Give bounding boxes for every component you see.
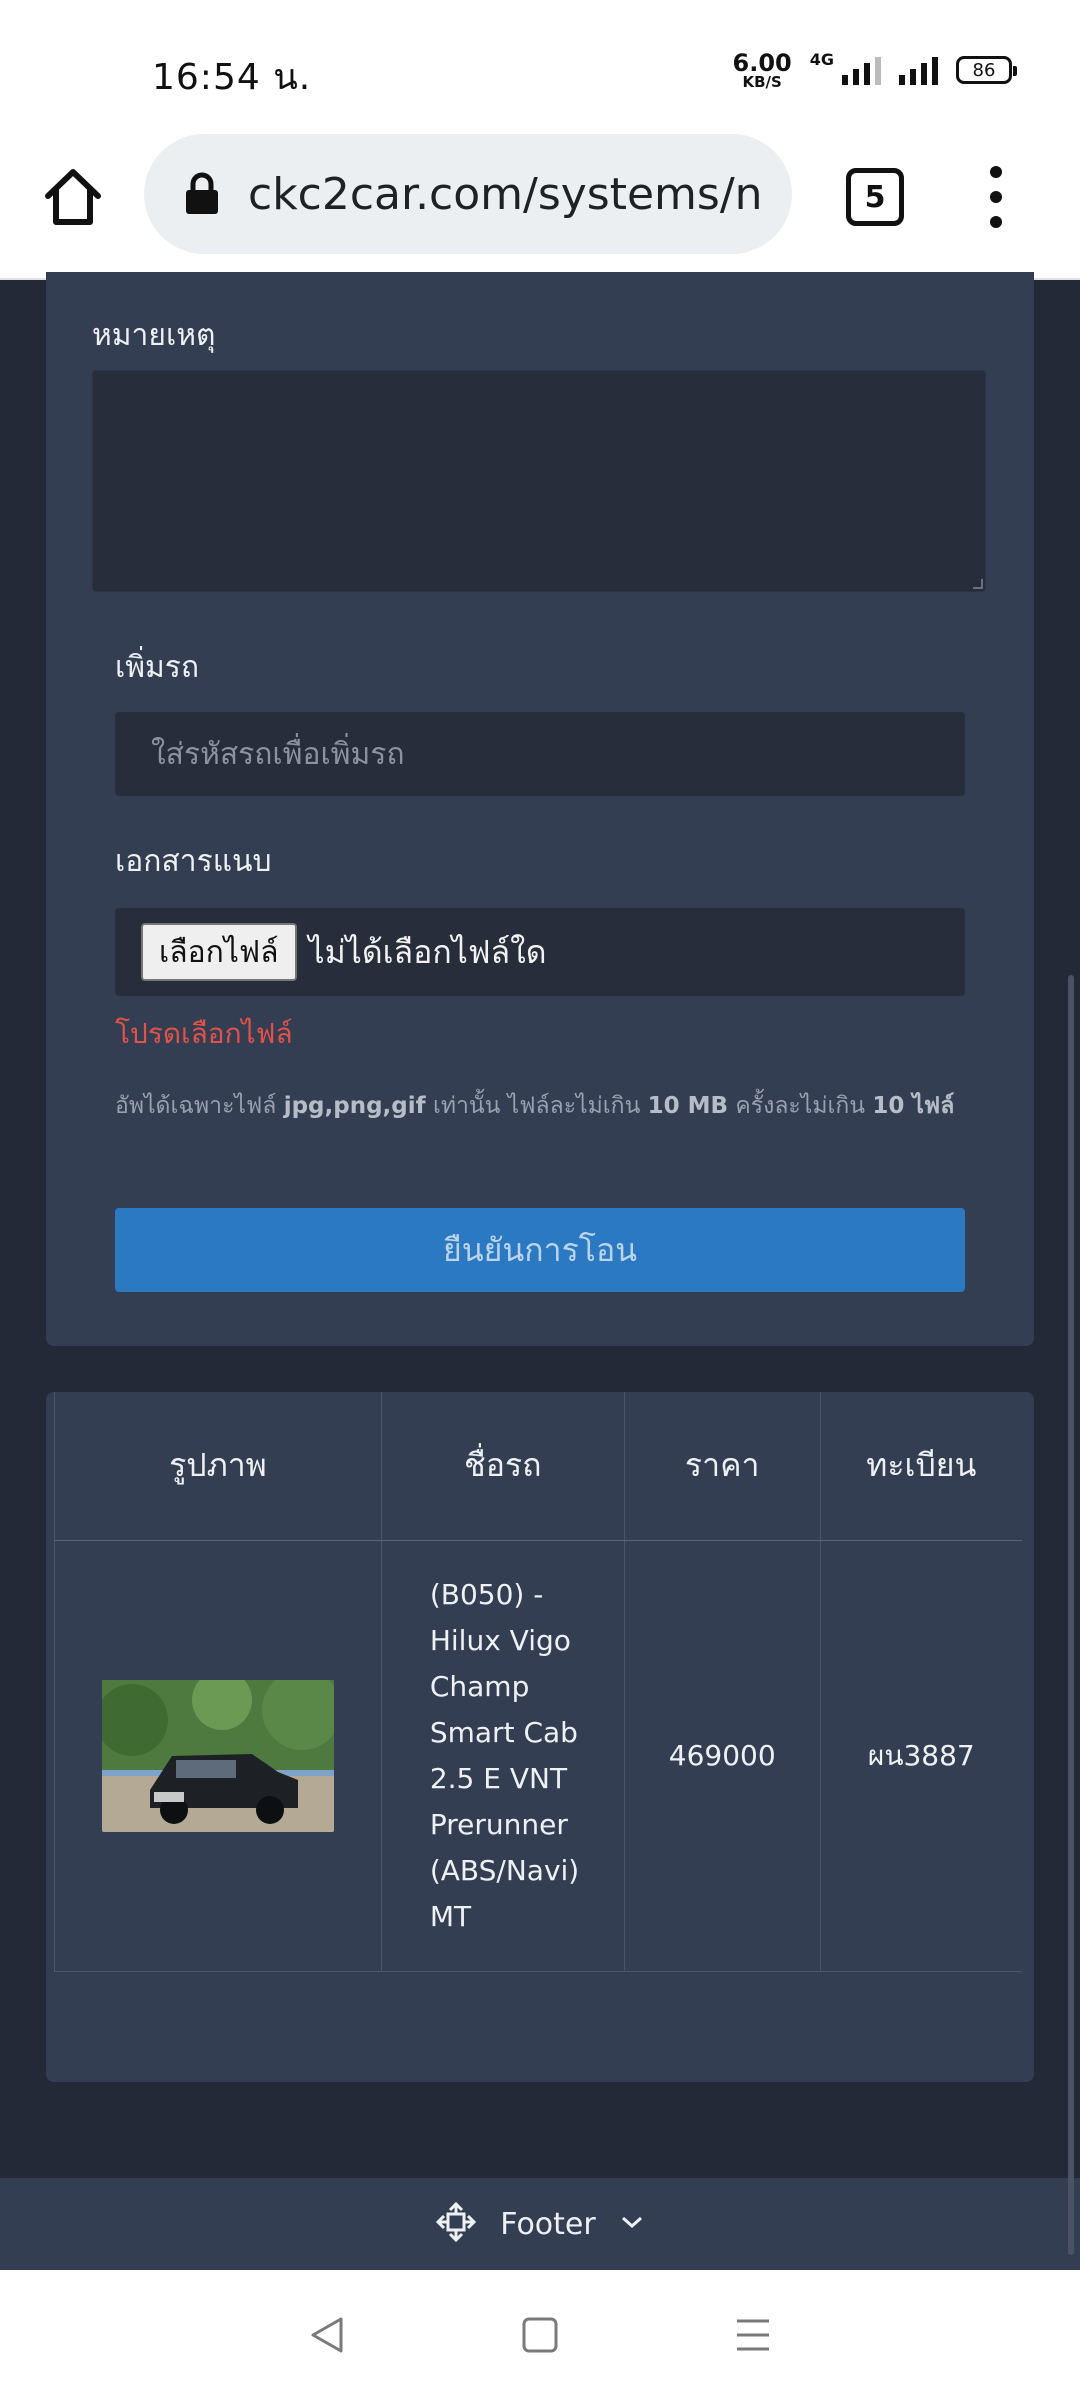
page-scrollbar[interactable] xyxy=(1068,975,1074,2255)
battery-level: 86 xyxy=(972,59,996,81)
footer-label: Footer xyxy=(500,2206,596,2242)
transfer-form-card: หมายเหตุ เพิ่มรถ ใส่รหัสรถเพื่อเพิ่มรถ เ… xyxy=(46,272,1034,1346)
footer-nav-icon xyxy=(436,2201,477,2246)
signal-icon xyxy=(842,55,881,85)
recents-nav-icon[interactable] xyxy=(723,2305,783,2365)
car-name-line: Champ xyxy=(429,1669,530,1703)
url-text: ckc2car.com/systems/n xyxy=(248,168,763,220)
chevron-down-icon xyxy=(620,2214,644,2234)
car-name-cell: (B050) - Hilux Vigo Champ Smart Cab 2.5 … xyxy=(380,1540,625,1972)
car-name-line: (B050) - xyxy=(429,1577,544,1611)
car-name-line: 2.5 E VNT xyxy=(429,1761,568,1795)
car-name-line: Smart Cab xyxy=(429,1715,578,1749)
browser-toolbar: ckc2car.com/systems/n 5 xyxy=(0,132,1080,280)
lock-icon xyxy=(184,172,220,216)
note-label: หมายเหตุ xyxy=(92,318,216,353)
battery-icon: 86 xyxy=(956,56,1017,84)
hint-count: 10 ไฟล์ xyxy=(872,1093,955,1119)
tabs-icon[interactable]: 5 xyxy=(846,168,904,226)
col-header-image: รูปภาพ xyxy=(54,1392,382,1541)
signal-icon-2 xyxy=(899,55,938,85)
status-bar: 16:54 น. 6.00 KB/S 4G 86 xyxy=(0,0,1080,132)
hint-size: 10 MB xyxy=(647,1093,729,1119)
network-type: 4G xyxy=(809,50,834,69)
col-header-price: ราคา xyxy=(623,1392,821,1541)
url-bar[interactable]: ckc2car.com/systems/n xyxy=(144,134,792,254)
car-name-line: Hilux Vigo xyxy=(429,1623,571,1657)
back-nav-icon[interactable] xyxy=(297,2305,357,2365)
add-car-input[interactable]: ใส่รหัสรถเพื่อเพิ่มรถ xyxy=(115,712,965,796)
add-car-placeholder: ใส่รหัสรถเพื่อเพิ่มรถ xyxy=(151,736,405,772)
car-plate-cell: ผน3887 xyxy=(819,1540,1022,1972)
status-time: 16:54 น. xyxy=(152,57,312,98)
hint-part3: ครั้งละไม่เกิน xyxy=(728,1093,873,1119)
car-table: รูปภาพ ชื่อรถ ราคา ทะเบียน (B050) - Hilu… xyxy=(54,1392,1022,1972)
no-file-text: ไม่ได้เลือกไฟล์ใด xyxy=(308,932,547,971)
add-car-label: เพิ่มรถ xyxy=(115,650,200,685)
resize-handle[interactable] xyxy=(973,579,983,589)
upload-hint: อัพได้เฉพาะไฟล์ jpg,png,gif เท่านั้น ไฟล… xyxy=(115,1088,954,1124)
car-name-line: (ABS/Navi) xyxy=(429,1853,580,1887)
col-header-name: ชื่อรถ xyxy=(380,1392,625,1541)
col-header-plate: ทะเบียน xyxy=(819,1392,1022,1541)
tab-count: 5 xyxy=(864,179,886,215)
status-icons: 6.00 KB/S 4G 86 xyxy=(733,50,1017,90)
car-price-cell: 469000 xyxy=(623,1540,821,1972)
net-speed-unit: KB/S xyxy=(742,72,782,91)
car-image-cell xyxy=(54,1540,382,1972)
page-content: หมายเหตุ เพิ่มรถ ใส่รหัสรถเพื่อเพิ่มรถ เ… xyxy=(0,272,1080,2270)
car-thumbnail[interactable] xyxy=(101,1679,334,1832)
table-header-row: รูปภาพ ชื่อรถ ราคา ทะเบียน xyxy=(54,1392,1022,1541)
net-speed: 6.00 KB/S xyxy=(733,51,792,90)
home-nav-icon[interactable] xyxy=(510,2305,570,2365)
hint-part2: เท่านั้น ไฟล์ละไม่เกิน xyxy=(425,1093,648,1119)
note-textarea[interactable] xyxy=(92,370,986,592)
car-name-line: Prerunner xyxy=(429,1807,568,1841)
choose-file-button[interactable]: เลือกไฟล์ xyxy=(141,923,297,981)
confirm-transfer-button[interactable]: ยืนยันการโอน xyxy=(115,1208,965,1292)
table-row[interactable]: (B050) - Hilux Vigo Champ Smart Cab 2.5 … xyxy=(54,1540,1022,1972)
attachment-label: เอกสารแนบ xyxy=(115,844,272,879)
system-nav-bar xyxy=(0,2270,1080,2400)
footer-toggle[interactable]: Footer xyxy=(0,2178,1080,2270)
file-error-text: โปรดเลือกไฟล์ xyxy=(115,1017,293,1050)
more-vert-icon[interactable] xyxy=(978,162,1014,232)
file-input[interactable]: เลือกไฟล์ ไม่ได้เลือกไฟล์ใด xyxy=(115,908,965,996)
home-icon[interactable] xyxy=(40,164,106,230)
net-speed-value: 6.00 xyxy=(732,48,792,77)
car-name-line: MT xyxy=(429,1899,472,1933)
hint-types: jpg,png,gif xyxy=(283,1093,426,1119)
car-table-card: รูปภาพ ชื่อรถ ราคา ทะเบียน (B050) - Hilu… xyxy=(46,1392,1034,2082)
hint-part1: อัพได้เฉพาะไฟล์ xyxy=(115,1093,284,1119)
